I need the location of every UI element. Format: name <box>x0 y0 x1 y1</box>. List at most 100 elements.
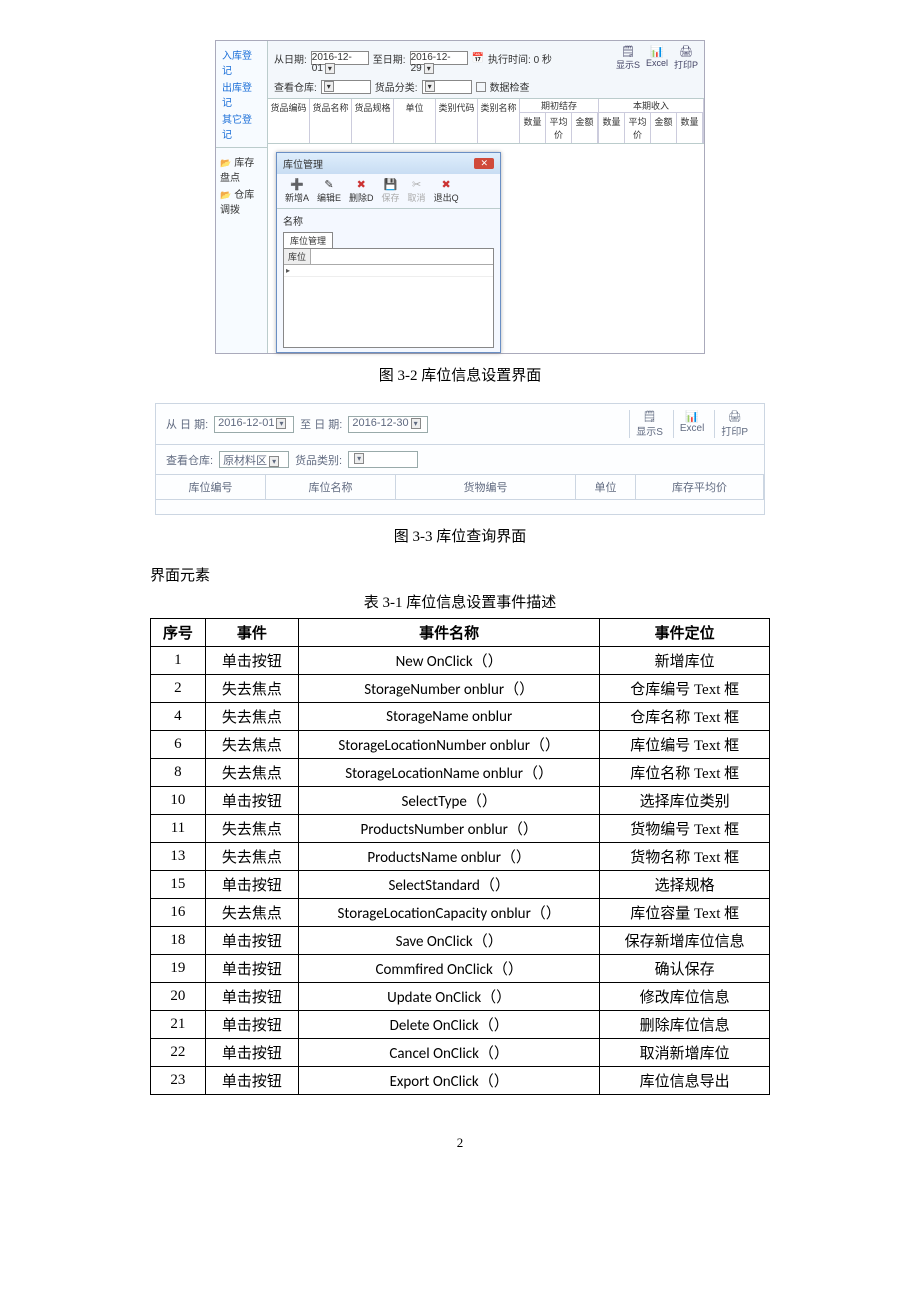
table-cell: 4 <box>151 703 206 731</box>
table-header: 事件 <box>205 619 298 647</box>
table-row: 23单击按钮Export OnClick（）库位信息导出 <box>151 1067 770 1095</box>
table-cell: 23 <box>151 1067 206 1095</box>
from-date-label: 从日期: <box>274 51 307 66</box>
table-row: 16失去焦点StorageLocationCapacity onblur（）库位… <box>151 899 770 927</box>
table-row: 6失去焦点StorageLocationNumber onblur（）库位编号 … <box>151 731 770 759</box>
table-cell: 仓库名称 Text 框 <box>600 703 770 731</box>
warehouse-select[interactable]: 原材料区 <box>219 451 289 468</box>
table-header: 事件定位 <box>600 619 770 647</box>
category-select[interactable] <box>348 451 418 468</box>
toolbar-icon: 🗒 <box>616 45 640 58</box>
table-cell: 失去焦点 <box>205 703 298 731</box>
table-cell: 单击按钮 <box>205 983 298 1011</box>
table-3-1-caption: 表 3-1 库位信息设置事件描述 <box>150 591 770 612</box>
toolbar-button[interactable]: 🗒显示S <box>629 410 669 438</box>
column-header: 数量 <box>599 113 625 143</box>
to-date-label: 至日期: <box>373 51 406 66</box>
close-icon[interactable]: ✕ <box>474 158 494 169</box>
table-cell: Cancel OnClick（） <box>298 1039 599 1067</box>
dialog-button[interactable]: 💾保存 <box>382 178 400 204</box>
toolbar-button[interactable]: 🗒显示S <box>616 45 640 71</box>
checkbox-icon[interactable] <box>476 82 486 92</box>
grid-header: 库位编号库位名称货物编号单位库存平均价 <box>156 475 764 500</box>
dialog-button[interactable]: ✎编辑E <box>317 178 341 204</box>
toolbar-button[interactable]: 🖨打印P <box>714 410 754 438</box>
dialog-button[interactable]: ✂取消 <box>408 178 426 204</box>
table-row: 11失去焦点ProductsNumber onblur（）货物编号 Text 框 <box>151 815 770 843</box>
page-number: 2 <box>60 1135 860 1151</box>
table-cell: 保存新增库位信息 <box>600 927 770 955</box>
sidebar-link[interactable]: 出库登记 <box>222 79 261 109</box>
dialog-button[interactable]: ➕新增A <box>285 178 309 204</box>
figure-3-2: 入库登记出库登记其它登记 库存盘点仓库调拨 从日期: 2016-12-01 至日… <box>215 40 705 354</box>
events-table: 序号事件事件名称事件定位 1单击按钮New OnClick（）新增库位2失去焦点… <box>150 618 770 1095</box>
table-cell: 失去焦点 <box>205 759 298 787</box>
table-row: 10单击按钮SelectType（）选择库位类别 <box>151 787 770 815</box>
to-date-input[interactable]: 2016-12-29 <box>410 51 468 65</box>
table-cell: 库位容量 Text 框 <box>600 899 770 927</box>
table-cell: Update OnClick（） <box>298 983 599 1011</box>
column-header: 货品规格 <box>352 99 394 143</box>
table-row: 18单击按钮Save OnClick（）保存新增库位信息 <box>151 927 770 955</box>
column-header: 类别代码 <box>436 99 478 143</box>
button-icon: ✂ <box>408 178 426 191</box>
filter-bar: 从日期: 2016-12-01 至日期: 2016-12-29 📅 执行时间: … <box>268 41 704 99</box>
from-date-input[interactable]: 2016-12-01 <box>214 416 294 433</box>
button-icon: ➕ <box>285 178 309 191</box>
from-date-input[interactable]: 2016-12-01 <box>311 51 369 65</box>
table-cell: 失去焦点 <box>205 843 298 871</box>
sidebar: 入库登记出库登记其它登记 库存盘点仓库调拨 <box>216 41 268 353</box>
column-header: 货物编号 <box>396 475 576 499</box>
warehouse-label: 查看仓库: <box>166 452 213 468</box>
grid-row[interactable] <box>284 265 493 277</box>
dialog-button[interactable]: ✖退出Q <box>434 178 459 204</box>
table-cell: 库位名称 Text 框 <box>600 759 770 787</box>
toolbar-button[interactable]: 📊Excel <box>646 45 668 71</box>
table-cell: 选择库位类别 <box>600 787 770 815</box>
sidebar-link[interactable]: 其它登记 <box>222 111 261 141</box>
dialog-title: 库位管理 <box>283 156 323 171</box>
table-cell: 库位编号 Text 框 <box>600 731 770 759</box>
table-row: 19单击按钮Commfired OnClick（）确认保存 <box>151 955 770 983</box>
column-header: 平均价 <box>625 113 651 143</box>
table-cell: 失去焦点 <box>205 675 298 703</box>
table-cell: Export OnClick（） <box>298 1067 599 1095</box>
calendar-icon[interactable]: 📅 <box>472 53 484 64</box>
table-cell: 库位信息导出 <box>600 1067 770 1095</box>
table-cell: 13 <box>151 843 206 871</box>
table-cell: 失去焦点 <box>205 815 298 843</box>
table-cell: 单击按钮 <box>205 871 298 899</box>
category-label: 货品类别: <box>295 452 342 468</box>
column-group: 本期收入 <box>599 99 703 113</box>
sidebar-folder[interactable]: 仓库调拨 <box>220 186 263 216</box>
table-cell: 失去焦点 <box>205 731 298 759</box>
table-cell: 确认保存 <box>600 955 770 983</box>
toolbar-icon: 🖨 <box>674 45 698 58</box>
table-cell: StorageLocationName onblur（） <box>298 759 599 787</box>
toolbar-button[interactable]: 📊Excel <box>673 410 710 438</box>
table-cell: 仓库编号 Text 框 <box>600 675 770 703</box>
toolbar-button[interactable]: 🖨打印P <box>674 45 698 71</box>
to-date-input[interactable]: 2016-12-30 <box>348 416 428 433</box>
table-row: 4失去焦点StorageName onblur仓库名称 Text 框 <box>151 703 770 731</box>
table-cell: 单击按钮 <box>205 647 298 675</box>
button-icon: ✎ <box>317 178 341 191</box>
dialog-button[interactable]: ✖删除D <box>349 178 374 204</box>
sidebar-folder[interactable]: 库存盘点 <box>220 154 263 184</box>
category-select[interactable] <box>422 80 472 94</box>
table-row: 1单击按钮New OnClick（）新增库位 <box>151 647 770 675</box>
column-header: 金额 <box>572 113 598 143</box>
sidebar-link[interactable]: 入库登记 <box>222 47 261 77</box>
column-header: 单位 <box>576 475 636 499</box>
table-row: 2失去焦点StorageNumber onblur（）仓库编号 Text 框 <box>151 675 770 703</box>
dialog-grid: 库位 <box>283 248 494 348</box>
figure-3-3-caption: 图 3-3 库位查询界面 <box>150 525 770 546</box>
table-cell: 删除库位信息 <box>600 1011 770 1039</box>
dialog-tab[interactable]: 库位管理 <box>283 232 333 248</box>
table-cell: Commfired OnClick（） <box>298 955 599 983</box>
table-row: 21单击按钮Delete OnClick（）删除库位信息 <box>151 1011 770 1039</box>
table-cell: Delete OnClick（） <box>298 1011 599 1039</box>
column-header: 货品编码 <box>268 99 310 143</box>
warehouse-select[interactable] <box>321 80 371 94</box>
table-cell: 单击按钮 <box>205 927 298 955</box>
